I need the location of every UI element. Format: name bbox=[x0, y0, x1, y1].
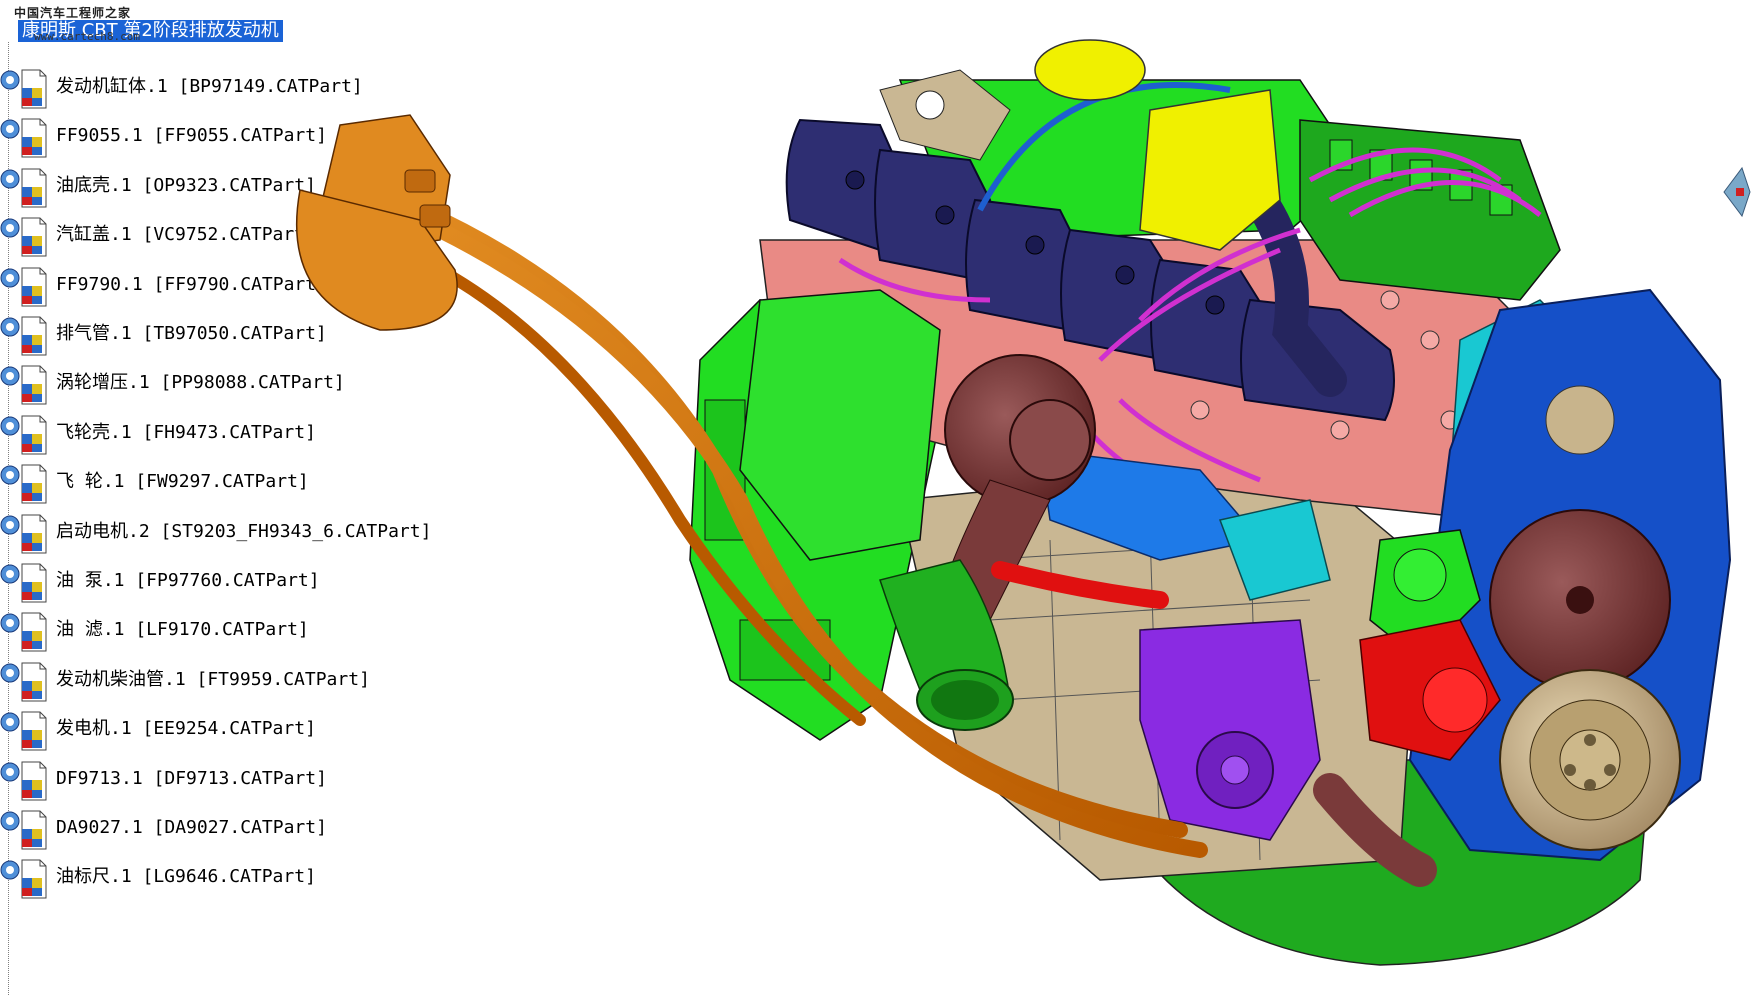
compass-icon[interactable] bbox=[1718, 162, 1754, 222]
yellow-cap bbox=[1034, 39, 1146, 101]
3d-viewport[interactable] bbox=[0, 0, 1756, 995]
engine-model[interactable] bbox=[0, 0, 1756, 995]
